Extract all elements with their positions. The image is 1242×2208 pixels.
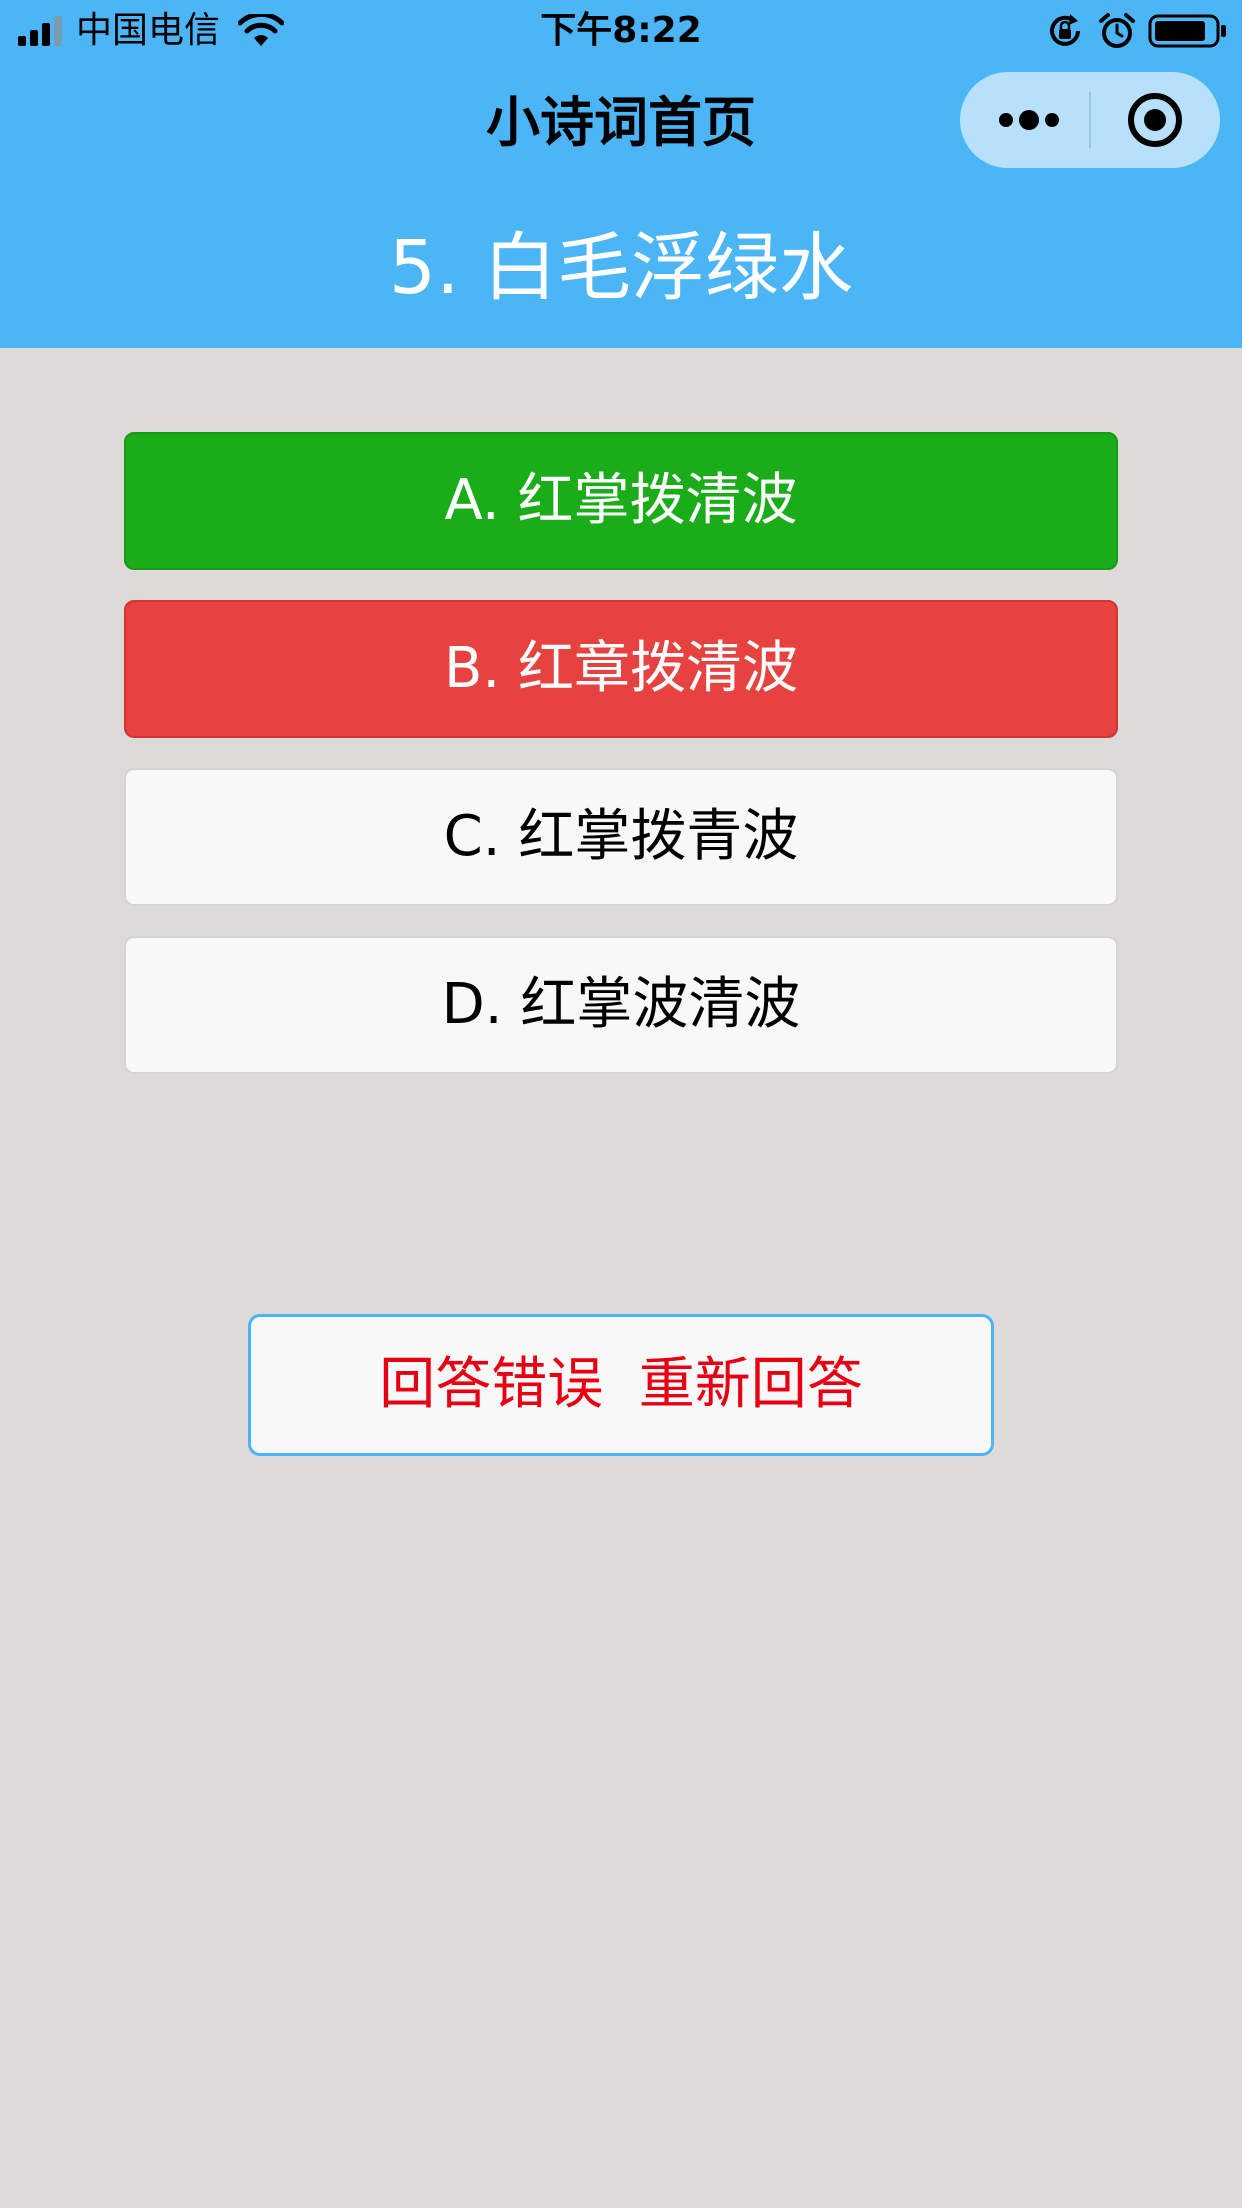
alarm-icon bbox=[1099, 13, 1135, 48]
status-bar: 中国电信 下午8:22 bbox=[0, 0, 1242, 62]
battery-icon bbox=[1148, 14, 1226, 48]
mini-program-capsule bbox=[960, 72, 1220, 168]
more-button[interactable] bbox=[960, 72, 1089, 168]
nav-header: 小诗词首页 5. 白毛浮绿水 bbox=[0, 62, 1242, 348]
close-button[interactable] bbox=[1091, 72, 1220, 168]
option-a-button[interactable]: A. 红掌拨清波 bbox=[124, 432, 1118, 570]
retry-button[interactable]: 回答错误 重新回答 bbox=[248, 1314, 994, 1456]
option-b-button[interactable]: B. 红章拨清波 bbox=[124, 600, 1118, 738]
retry-label: 回答错误 重新回答 bbox=[379, 1352, 863, 1417]
rotation-lock-icon bbox=[1050, 14, 1080, 46]
option-d-button[interactable]: D. 红掌波清波 bbox=[124, 936, 1118, 1074]
close-icon bbox=[1128, 93, 1182, 147]
option-c-button[interactable]: C. 红掌拨青波 bbox=[124, 768, 1118, 906]
more-icon bbox=[999, 110, 1059, 130]
question-text: 5. 白毛浮绿水 bbox=[388, 225, 854, 311]
